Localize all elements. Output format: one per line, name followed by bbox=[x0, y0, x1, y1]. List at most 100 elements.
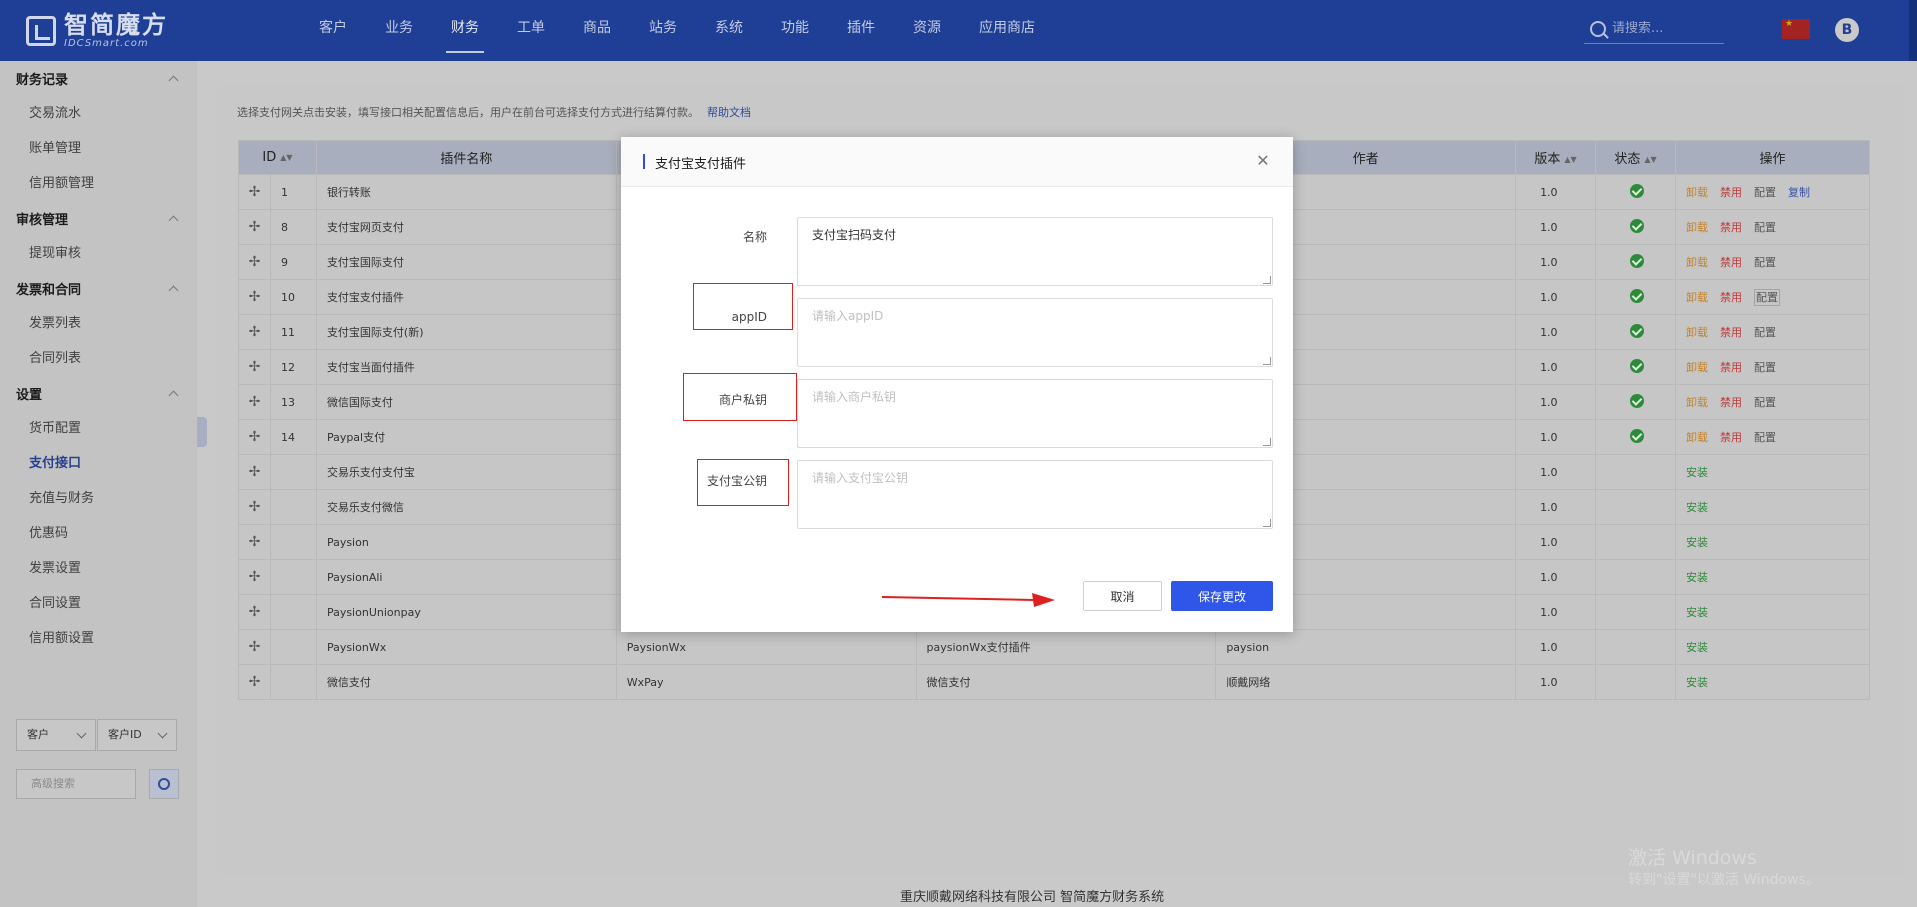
uninstall-link[interactable]: 卸载 bbox=[1686, 186, 1708, 199]
drag-handle-icon[interactable]: ✢ bbox=[238, 454, 271, 490]
drag-handle-icon[interactable]: ✢ bbox=[238, 419, 271, 455]
nav-item[interactable]: 业务 bbox=[366, 0, 432, 61]
nav-item[interactable]: 客户 bbox=[300, 0, 366, 61]
brand-logo[interactable]: 智简魔方 IDCSmart.com bbox=[26, 12, 168, 50]
disable-link[interactable]: 禁用 bbox=[1720, 186, 1742, 199]
nav-item[interactable]: 站务 bbox=[630, 0, 696, 61]
search-type-select[interactable]: 客户 bbox=[16, 719, 96, 751]
drag-handle-icon[interactable]: ✢ bbox=[238, 664, 271, 700]
drag-handle-icon[interactable]: ✢ bbox=[238, 629, 271, 665]
sidebar-group-title[interactable]: 审核管理 bbox=[0, 201, 197, 236]
disable-link[interactable]: 禁用 bbox=[1720, 396, 1742, 409]
drag-handle-icon[interactable]: ✢ bbox=[238, 594, 271, 630]
cancel-button[interactable]: 取消 bbox=[1083, 581, 1162, 611]
search-input[interactable] bbox=[1612, 21, 1712, 36]
drag-handle-icon[interactable]: ✢ bbox=[238, 559, 271, 595]
drag-handle-icon[interactable]: ✢ bbox=[238, 209, 271, 245]
sidebar-item[interactable]: 优惠码 bbox=[0, 516, 197, 551]
config-link[interactable]: 配置 bbox=[1754, 396, 1776, 409]
close-icon[interactable]: ✕ bbox=[1255, 153, 1271, 169]
sidebar-item[interactable]: 货币配置 bbox=[0, 411, 197, 446]
sidebar-item[interactable]: 发票列表 bbox=[0, 306, 197, 341]
config-link[interactable]: 配置 bbox=[1753, 289, 1780, 306]
install-link[interactable]: 安装 bbox=[1686, 501, 1708, 514]
drag-handle-icon[interactable]: ✢ bbox=[238, 489, 271, 525]
appid-field[interactable] bbox=[797, 298, 1273, 367]
drag-handle-icon[interactable]: ✢ bbox=[238, 384, 271, 420]
sidebar-item[interactable]: 信用额管理 bbox=[0, 166, 197, 201]
china-flag-icon[interactable] bbox=[1782, 19, 1810, 39]
drag-handle-icon[interactable]: ✢ bbox=[238, 524, 271, 560]
drag-handle-icon[interactable]: ✢ bbox=[238, 314, 271, 350]
drag-handle-icon[interactable]: ✢ bbox=[238, 279, 271, 315]
uninstall-link[interactable]: 卸载 bbox=[1686, 291, 1708, 304]
disable-link[interactable]: 禁用 bbox=[1720, 291, 1742, 304]
config-link[interactable]: 配置 bbox=[1754, 186, 1776, 199]
disable-link[interactable]: 禁用 bbox=[1720, 256, 1742, 269]
search-box[interactable] bbox=[1584, 14, 1724, 44]
install-link[interactable]: 安装 bbox=[1686, 536, 1708, 549]
uninstall-link[interactable]: 卸载 bbox=[1686, 221, 1708, 234]
nav-item[interactable]: 商品 bbox=[564, 0, 630, 61]
advanced-search-input[interactable]: 高级搜索 bbox=[16, 769, 136, 799]
copy-link[interactable]: 复制 bbox=[1788, 186, 1810, 199]
drag-handle-icon[interactable]: ✢ bbox=[238, 244, 271, 280]
config-link[interactable]: 配置 bbox=[1754, 431, 1776, 444]
sidebar-item[interactable]: 提现审核 bbox=[0, 236, 197, 271]
uninstall-link[interactable]: 卸载 bbox=[1686, 361, 1708, 374]
help-doc-link[interactable]: 帮助文档 bbox=[707, 106, 751, 119]
config-link[interactable]: 配置 bbox=[1754, 256, 1776, 269]
resize-grip-icon[interactable] bbox=[1263, 519, 1271, 527]
disable-link[interactable]: 禁用 bbox=[1720, 431, 1742, 444]
sidebar-item[interactable]: 交易流水 bbox=[0, 96, 197, 131]
config-link[interactable]: 配置 bbox=[1754, 361, 1776, 374]
install-link[interactable]: 安装 bbox=[1686, 676, 1708, 689]
install-link[interactable]: 安装 bbox=[1686, 466, 1708, 479]
nav-item[interactable]: 应用商店 bbox=[960, 0, 1054, 61]
sort-icon[interactable]: ▲▼ bbox=[1564, 155, 1576, 164]
config-link[interactable]: 配置 bbox=[1754, 221, 1776, 234]
nav-item[interactable]: 资源 bbox=[894, 0, 960, 61]
sidebar-group-title[interactable]: 设置 bbox=[0, 376, 197, 411]
disable-link[interactable]: 禁用 bbox=[1720, 221, 1742, 234]
drag-handle-icon[interactable]: ✢ bbox=[238, 174, 271, 210]
public-key-field[interactable] bbox=[797, 460, 1273, 529]
window-scrollbar[interactable] bbox=[1909, 0, 1917, 61]
save-button[interactable]: 保存更改 bbox=[1171, 581, 1273, 611]
col-status[interactable]: 状态 ▲▼ bbox=[1595, 140, 1676, 175]
install-link[interactable]: 安装 bbox=[1686, 571, 1708, 584]
sidebar-group-title[interactable]: 财务记录 bbox=[0, 61, 197, 96]
sidebar-group-title[interactable]: 发票和合同 bbox=[0, 271, 197, 306]
resize-grip-icon[interactable] bbox=[1263, 438, 1271, 446]
avatar[interactable]: B bbox=[1835, 18, 1859, 42]
install-link[interactable]: 安装 bbox=[1686, 641, 1708, 654]
sidebar-item[interactable]: 账单管理 bbox=[0, 131, 197, 166]
nav-item[interactable]: 系统 bbox=[696, 0, 762, 61]
resize-grip-icon[interactable] bbox=[1263, 357, 1271, 365]
col-version[interactable]: 版本 ▲▼ bbox=[1515, 140, 1597, 175]
disable-link[interactable]: 禁用 bbox=[1720, 326, 1742, 339]
sidebar-item[interactable]: 发票设置 bbox=[0, 551, 197, 586]
uninstall-link[interactable]: 卸载 bbox=[1686, 396, 1708, 409]
nav-item[interactable]: 功能 bbox=[762, 0, 828, 61]
nav-item[interactable]: 财务 bbox=[432, 0, 498, 61]
sidebar-item[interactable]: 充值与财务 bbox=[0, 481, 197, 516]
sidebar-item[interactable]: 合同设置 bbox=[0, 586, 197, 621]
sort-icon[interactable]: ▲▼ bbox=[1644, 155, 1656, 164]
private-key-field[interactable] bbox=[797, 379, 1273, 448]
sidebar-collapse-handle[interactable] bbox=[197, 417, 207, 447]
drag-handle-icon[interactable]: ✢ bbox=[238, 349, 271, 385]
name-field[interactable]: 支付宝扫码支付 bbox=[797, 217, 1273, 286]
sidebar-item[interactable]: 合同列表 bbox=[0, 341, 197, 376]
nav-item[interactable]: 工单 bbox=[498, 0, 564, 61]
search-field-select[interactable]: 客户ID bbox=[97, 719, 177, 751]
disable-link[interactable]: 禁用 bbox=[1720, 361, 1742, 374]
install-link[interactable]: 安装 bbox=[1686, 606, 1708, 619]
col-id[interactable]: ID ▲▼ bbox=[238, 140, 317, 175]
sidebar-item[interactable]: 支付接口 bbox=[0, 446, 197, 481]
sidebar-item[interactable]: 信用额设置 bbox=[0, 621, 197, 656]
sort-icon[interactable]: ▲▼ bbox=[280, 153, 292, 162]
advanced-search-button[interactable] bbox=[149, 769, 179, 799]
uninstall-link[interactable]: 卸载 bbox=[1686, 326, 1708, 339]
config-link[interactable]: 配置 bbox=[1754, 326, 1776, 339]
